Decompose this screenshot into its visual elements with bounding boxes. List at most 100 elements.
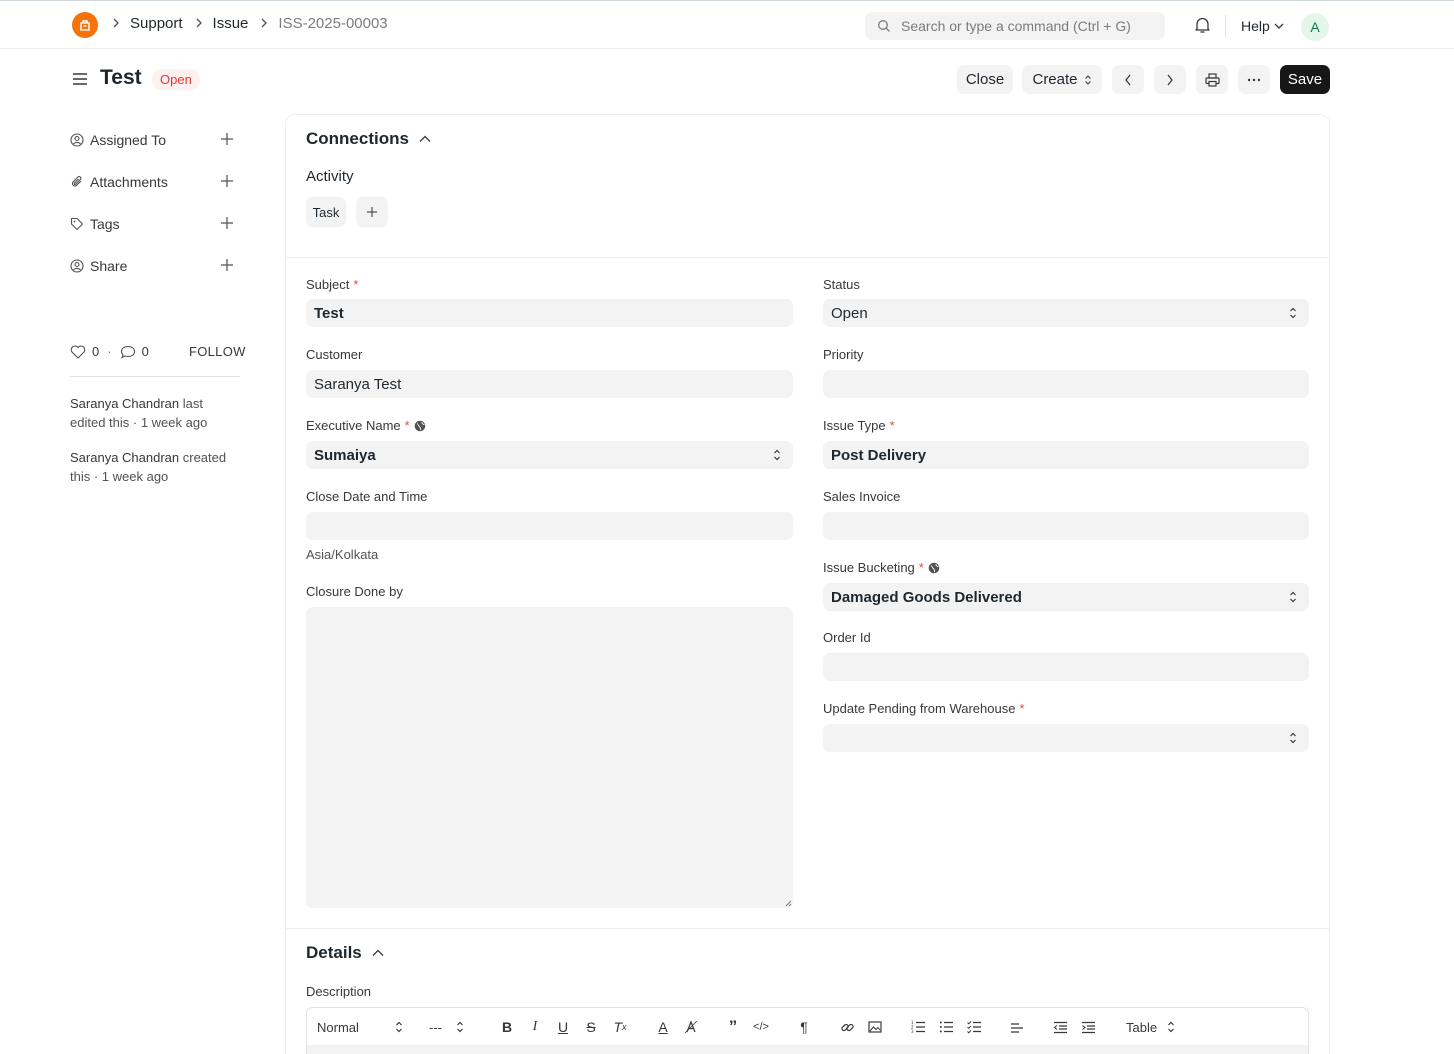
issue-type-value: Post Delivery [831,446,927,464]
details-section-header[interactable]: Details [306,943,384,963]
issue-type-field[interactable]: Post Delivery [823,441,1309,469]
sales-invoice-label: Sales Invoice [823,489,900,504]
updown-icon [457,1021,463,1033]
sidebar-item-label: Assigned To [90,132,167,148]
notification-bell-icon[interactable] [1194,16,1211,37]
plus-icon[interactable] [220,174,234,191]
issue-bucketing-select[interactable]: Damaged Goods Delivered [823,583,1309,611]
activity-user[interactable]: Saranya Chandran [70,396,179,411]
issue-type-label: Issue Type * [823,418,895,433]
clear-format-icon[interactable]: Tx [609,1016,631,1038]
font-size-value: --- [429,1019,442,1035]
updown-icon [1290,307,1296,319]
description-editor[interactable] [306,1045,1309,1054]
image-icon[interactable] [864,1016,886,1038]
required-marker: * [353,277,359,292]
avatar[interactable]: A [1301,13,1329,41]
breadcrumb-support[interactable]: Support [130,15,183,32]
sidebar-item-tags[interactable]: Tags [70,209,240,239]
connections-section-header[interactable]: Connections [306,129,431,149]
update-pending-select[interactable] [823,724,1309,752]
executive-name-select[interactable]: Sumaiya [306,441,793,469]
svg-text:3: 3 [911,1029,914,1034]
ordered-list-icon[interactable]: 123 [907,1016,929,1038]
top-navbar: Support Issue ISS-2025-00003 Search or t… [0,0,1454,49]
plus-icon [367,207,377,217]
resize-handle-icon[interactable] [785,900,792,907]
plus-icon[interactable] [220,258,234,275]
close-date-label-text: Close Date and Time [306,489,428,504]
breadcrumb-current[interactable]: ISS-2025-00003 [278,15,387,32]
underline-icon[interactable]: U [552,1016,574,1038]
bold-icon[interactable]: B [496,1016,518,1038]
link-icon[interactable] [836,1016,858,1038]
close-button[interactable]: Close [957,65,1013,94]
page-title: Test [100,66,142,89]
plus-icon[interactable] [220,132,234,149]
priority-field[interactable] [823,370,1309,398]
previous-record-button[interactable] [1112,65,1144,94]
sidebar-item-attachments[interactable]: Attachments [70,167,240,197]
close-date-field[interactable] [306,512,793,540]
sidebar-toggle-icon[interactable] [72,71,88,90]
chevron-right-icon [112,16,120,31]
connections-activity-label: Activity [306,168,354,185]
add-connection-button[interactable] [356,197,388,227]
follow-button[interactable]: FOLLOW [189,344,246,359]
app-logo-icon [80,20,90,31]
breadcrumb-issue[interactable]: Issue [213,15,249,32]
comment-icon[interactable] [120,345,136,359]
create-label: Create [1032,71,1078,88]
next-record-button[interactable] [1154,65,1186,94]
chevron-up-icon [419,135,431,142]
plus-icon[interactable] [220,216,234,233]
help-label: Help [1241,18,1270,34]
status-select[interactable]: Open [823,299,1309,327]
task-connection-chip[interactable]: Task [306,197,346,227]
align-icon[interactable] [1006,1016,1028,1038]
subject-field[interactable]: Test [306,299,793,327]
search-input[interactable]: Search or type a command (Ctrl + G) [865,12,1165,40]
help-dropdown[interactable]: Help [1241,18,1284,34]
required-marker: * [889,418,895,433]
checklist-icon[interactable] [963,1016,985,1038]
required-marker: * [918,560,924,575]
paragraph-direction-icon[interactable]: ¶ [793,1016,815,1038]
section-divider [286,928,1329,929]
bullet-list-icon[interactable] [935,1016,957,1038]
dot-separator: · [107,344,112,359]
highlight-color-icon[interactable] [680,1016,702,1038]
table-select[interactable]: Table [1126,1008,1175,1046]
font-style-select[interactable]: Normal [317,1008,403,1046]
share-icon [70,259,90,273]
chevron-right-icon [1167,74,1173,85]
sidebar-item-share[interactable]: Share [70,251,240,281]
order-id-field[interactable] [823,653,1309,681]
blockquote-icon[interactable]: ” [722,1016,744,1038]
more-actions-button[interactable] [1238,65,1270,94]
customer-field[interactable]: Saranya Test [306,370,793,398]
sales-invoice-field[interactable] [823,512,1309,540]
italic-icon[interactable]: I [524,1016,546,1038]
updown-icon [1168,1021,1175,1033]
sidebar-item-assigned-to[interactable]: Assigned To [70,125,240,155]
heart-icon[interactable] [70,344,86,359]
closure-done-by-textarea[interactable] [306,607,793,908]
strikethrough-icon[interactable]: S [580,1016,602,1038]
create-button[interactable]: Create [1022,65,1102,94]
font-size-select[interactable]: --- [429,1008,464,1046]
indent-icon[interactable] [1077,1016,1099,1038]
text-color-icon[interactable]: A [652,1016,674,1038]
activity-user[interactable]: Saranya Chandran [70,450,179,465]
code-block-icon[interactable]: </> [750,1016,772,1038]
outdent-icon[interactable] [1049,1016,1071,1038]
save-button[interactable]: Save [1280,65,1330,94]
updown-icon [774,449,780,461]
globe-icon [928,562,940,573]
chevron-left-icon [1125,74,1131,85]
order-id-label: Order Id [823,630,871,645]
print-button[interactable] [1196,65,1228,94]
updown-icon [1290,732,1296,744]
chevron-right-icon [195,16,203,31]
app-logo[interactable] [72,12,98,38]
